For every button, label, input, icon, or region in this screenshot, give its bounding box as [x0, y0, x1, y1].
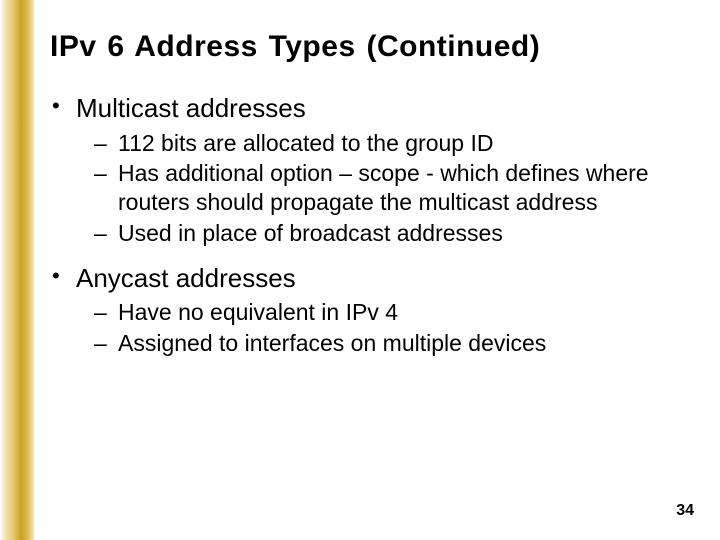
bullet-level2: 112 bits are allocated to the group ID [50, 129, 690, 158]
sub-bullet-list: 112 bits are allocated to the group ID H… [50, 129, 690, 248]
bullet-level1: Anycast addresses [50, 262, 690, 295]
page-number: 34 [676, 502, 694, 520]
bullet-level1: Multicast addresses [50, 92, 690, 125]
bullet-level2: Have no equivalent in IPv 4 [50, 298, 690, 327]
list-item: Anycast addresses Have no equivalent in … [50, 262, 690, 358]
list-item: Multicast addresses 112 bits are allocat… [50, 92, 690, 248]
bullet-list: Multicast addresses 112 bits are allocat… [50, 92, 690, 358]
bullet-level2: Assigned to interfaces on multiple devic… [50, 329, 690, 358]
sub-bullet-list: Have no equivalent in IPv 4 Assigned to … [50, 298, 690, 358]
bullet-level2: Has additional option – scope - which de… [50, 159, 690, 217]
slide-content: IPv 6 Address Types (Continued) Multicas… [50, 30, 690, 372]
decorative-stripe [0, 0, 34, 540]
bullet-level2: Used in place of broadcast addresses [50, 219, 690, 248]
slide-title: IPv 6 Address Types (Continued) [50, 30, 690, 64]
